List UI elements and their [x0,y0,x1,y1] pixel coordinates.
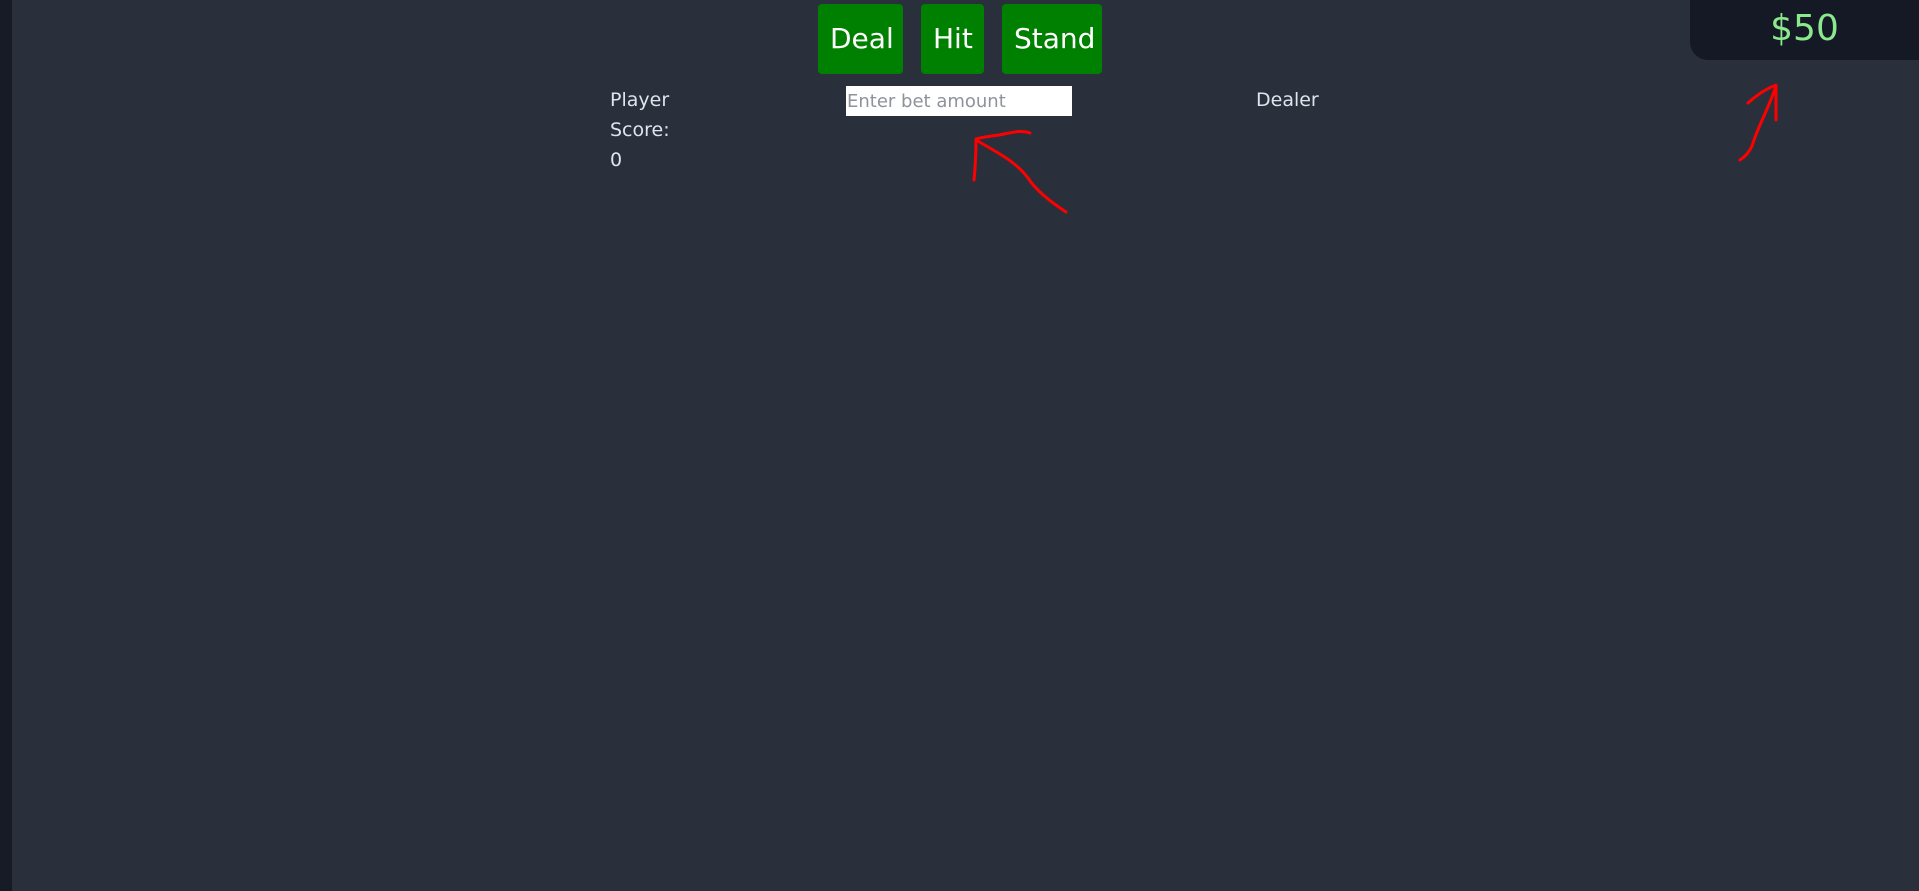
balance-amount: $50 [1770,7,1839,49]
player-score-label: Score: [610,119,670,141]
left-edge-strip [0,0,12,891]
hit-button[interactable]: Hit [921,4,984,74]
player-score-value: 0 [610,149,623,171]
player-label: Player [610,89,670,111]
balance-arrow-annotation [1738,83,1778,162]
bet-amount-input[interactable] [846,86,1072,116]
dealer-label: Dealer [1256,89,1319,111]
annotation-overlay [972,83,1778,214]
balance-display: $50 [1690,0,1919,60]
stand-button[interactable]: Stand [1002,4,1102,74]
player-area: Player Score: 0 [610,85,730,175]
deal-button[interactable]: Deal [818,4,903,74]
bet-input-arrow-annotation [972,129,1068,214]
dealer-area: Dealer [1256,85,1319,115]
game-controls: Deal Hit Stand [818,4,1102,74]
